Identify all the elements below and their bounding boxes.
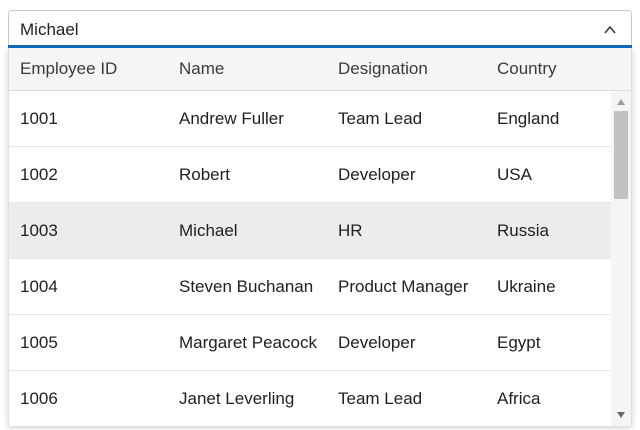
cell-country: Ukraine — [497, 276, 556, 296]
cell-name: Robert — [179, 164, 231, 184]
cell-employee-id: 1002 — [20, 164, 58, 184]
scrollbar-thumb[interactable] — [614, 111, 628, 199]
cell-employee-id: 1003 — [20, 220, 58, 240]
cell-employee-id: 1001 — [20, 108, 58, 128]
cell-designation: Team Lead — [338, 108, 423, 128]
header-country: Country — [497, 59, 557, 78]
table-row-selected[interactable]: 1003 Michael HR Russia — [9, 203, 611, 259]
grid-body: 1001 Andrew Fuller Team Lead England 1002 Rob… — [9, 91, 611, 426]
header-employee-id: Employee ID — [20, 59, 118, 78]
table-row[interactable]: 1005 Margaret Peacock Developer Egypt — [9, 315, 611, 371]
cell-country: England — [497, 108, 560, 128]
cell-country: Egypt — [497, 332, 541, 352]
dropdown-popup: Employee ID Name Designation Country 100… — [8, 48, 632, 426]
cell-country: Russia — [497, 220, 549, 240]
cell-designation: HR — [338, 220, 363, 240]
cell-name: Margaret Peacock — [179, 332, 317, 352]
header-name: Name — [179, 59, 225, 78]
scroll-up-arrow-icon[interactable] — [617, 99, 625, 105]
scroll-down-arrow-icon[interactable] — [617, 412, 625, 418]
multicolumn-combobox[interactable]: Michael — [8, 10, 632, 48]
cell-designation: Product Manager — [338, 276, 469, 296]
cell-designation: Developer — [338, 164, 416, 184]
cell-designation: Developer — [338, 332, 416, 352]
cell-name: Steven Buchanan — [179, 276, 314, 296]
cell-designation: Team Lead — [338, 388, 423, 408]
table-row[interactable]: 1001 Andrew Fuller Team Lead England — [9, 91, 611, 147]
table-row[interactable]: 1004 Steven Buchanan Product Manager Ukrain… — [9, 259, 611, 315]
vertical-scrollbar[interactable] — [611, 91, 631, 426]
cell-employee-id: 1005 — [20, 332, 58, 352]
chevron-up-icon[interactable] — [603, 23, 617, 37]
cell-country: USA — [497, 164, 532, 184]
combobox-value[interactable]: Michael — [20, 20, 79, 40]
cell-name: Andrew Fuller — [179, 108, 284, 128]
header-designation: Designation — [338, 59, 428, 78]
grid-header: Employee ID Name Designation Country — [9, 48, 631, 91]
cell-country: Africa — [497, 388, 541, 408]
cell-employee-id: 1004 — [20, 276, 58, 296]
cell-name: Janet Leverling — [179, 388, 295, 408]
table-row[interactable]: 1006 Janet Leverling Team Lead Africa — [9, 371, 611, 426]
cell-name: Michael — [179, 220, 238, 240]
cell-employee-id: 1006 — [20, 388, 58, 408]
table-row[interactable]: 1002 Robert Developer USA — [9, 147, 611, 203]
